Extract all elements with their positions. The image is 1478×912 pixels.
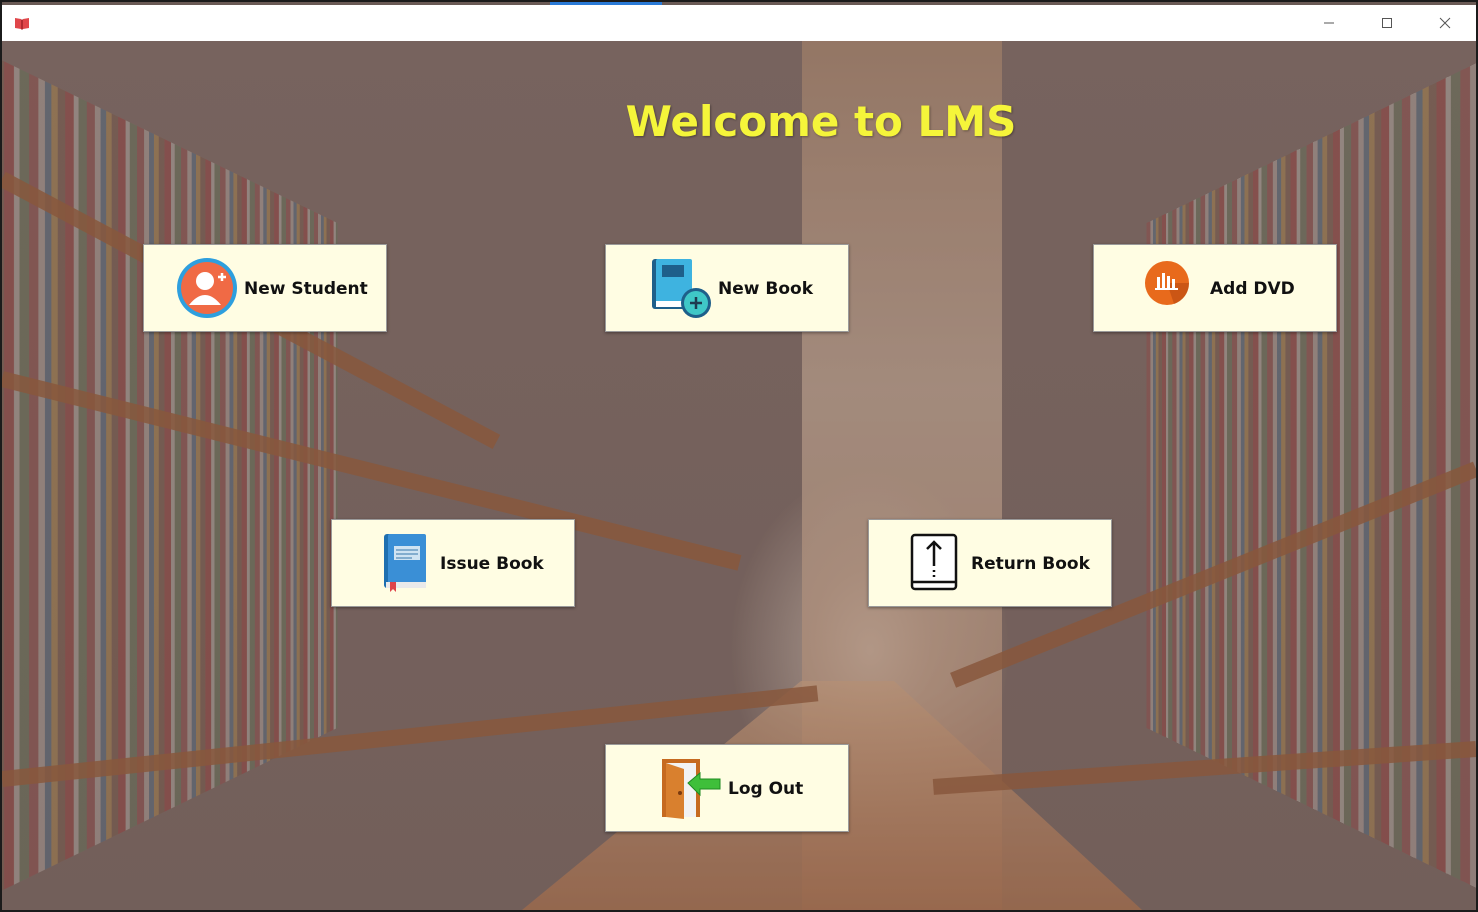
log-out-label: Log Out — [728, 779, 804, 799]
minimize-button[interactable] — [1300, 5, 1358, 41]
issue-book-label: Issue Book — [440, 554, 544, 574]
app-window: Welcome to LMS New Student New Book Add … — [2, 2, 1476, 910]
dvd-icon — [1145, 261, 1190, 305]
add-dvd-button[interactable]: Add DVD — [1093, 244, 1337, 332]
return-book-icon — [910, 533, 958, 591]
app-book-icon — [15, 18, 29, 30]
add-dvd-label: Add DVD — [1210, 279, 1295, 299]
main-panel: Welcome to LMS New Student New Book Add … — [2, 41, 1476, 910]
new-book-label: New Book — [718, 279, 814, 299]
new-student-button[interactable]: New Student — [143, 244, 387, 332]
welcome-title: Welcome to LMS — [2, 97, 1476, 146]
logout-door-icon — [662, 759, 721, 819]
log-out-button[interactable]: Log Out — [605, 744, 849, 832]
issue-book-button[interactable]: Issue Book — [331, 519, 575, 607]
maximize-button[interactable] — [1358, 5, 1416, 41]
title-bar[interactable] — [2, 5, 1476, 41]
minimize-icon — [1324, 22, 1334, 24]
close-button[interactable] — [1416, 5, 1474, 41]
return-book-button[interactable]: Return Book — [868, 519, 1112, 607]
new-book-button[interactable]: New Book — [605, 244, 849, 332]
welcome-title-text: Welcome to LMS — [625, 97, 1017, 146]
add-book-icon — [652, 259, 711, 318]
maximize-icon — [1382, 18, 1392, 28]
return-book-label: Return Book — [971, 554, 1090, 574]
close-icon — [1439, 17, 1451, 29]
book-icon — [384, 534, 426, 592]
new-student-label: New Student — [244, 279, 368, 299]
add-user-icon — [177, 258, 237, 318]
